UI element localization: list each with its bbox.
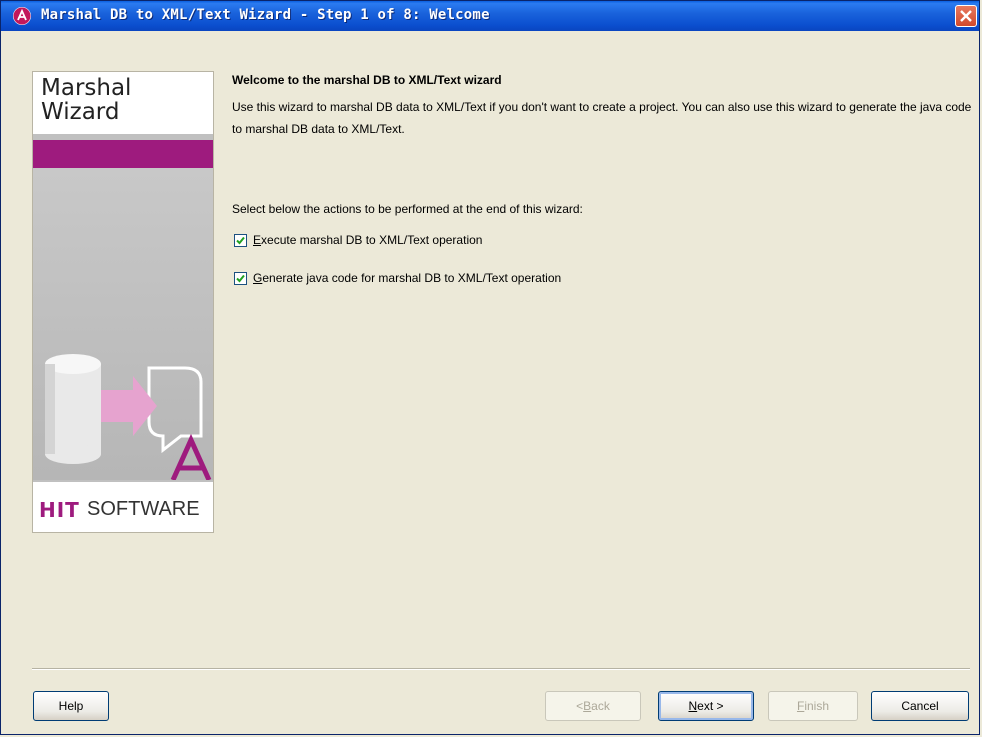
help-button[interactable]: Help	[33, 691, 109, 721]
wizard-illustration	[33, 168, 213, 482]
accent-band	[33, 140, 213, 168]
execute-label-text: xecute marshal DB to XML/Text operation	[261, 233, 483, 247]
actions-prompt: Select below the actions to be performed…	[232, 202, 583, 216]
finish-mnemonic: F	[796, 699, 805, 713]
generate-code-label[interactable]: Generate java code for marshal DB to XML…	[253, 271, 561, 285]
app-icon	[13, 7, 31, 25]
finish-button[interactable]: Finish	[768, 691, 858, 721]
title-bar[interactable]: Marshal DB to XML/Text Wizard - Step 1 o…	[1, 1, 979, 31]
back-mnemonic: B	[583, 699, 592, 713]
next-label: ext >	[697, 699, 724, 713]
next-button[interactable]: Next >	[658, 691, 754, 721]
checkmark-icon	[236, 236, 245, 244]
page-description: Use this wizard to marshal DB data to XM…	[232, 100, 972, 136]
close-button[interactable]	[955, 5, 977, 27]
back-label: ack	[591, 699, 610, 713]
generate-label-text: enerate java code for marshal DB to XML/…	[262, 271, 562, 285]
close-icon	[960, 10, 972, 22]
execute-operation-option[interactable]: Execute marshal DB to XML/Text operation	[234, 233, 482, 247]
execute-operation-checkbox[interactable]	[234, 233, 247, 247]
back-prefix: <	[576, 699, 584, 713]
generate-mnemonic: G	[253, 271, 263, 285]
side-title: Marshal Wizard	[41, 75, 132, 125]
database-to-document-icon	[45, 354, 212, 482]
execute-operation-label[interactable]: Execute marshal DB to XML/Text operation	[253, 233, 482, 247]
next-mnemonic: N	[688, 699, 698, 713]
back-button[interactable]: < Back	[545, 691, 641, 721]
generate-code-option[interactable]: Generate java code for marshal DB to XML…	[234, 271, 561, 285]
wizard-window: Marshal DB to XML/Text Wizard - Step 1 o…	[0, 0, 980, 735]
logo-hit-text: HIT	[39, 498, 80, 522]
side-panel: Marshal Wizard HIT SOFTWARE	[32, 71, 214, 533]
execute-mnemonic: E	[253, 233, 262, 247]
hitsoftware-logo: HIT SOFTWARE	[33, 482, 213, 532]
window-title: Marshal DB to XML/Text Wizard - Step 1 o…	[41, 7, 490, 23]
page-heading: Welcome to the marshal DB to XML/Text wi…	[232, 73, 502, 87]
side-title-box: Marshal Wizard	[33, 72, 213, 134]
finish-label: inish	[804, 699, 830, 713]
generate-code-checkbox[interactable]	[234, 271, 247, 285]
logo-software-text: SOFTWARE	[87, 498, 200, 520]
cancel-button[interactable]: Cancel	[871, 691, 969, 721]
footer-separator	[32, 668, 970, 670]
checkmark-icon	[236, 274, 245, 282]
